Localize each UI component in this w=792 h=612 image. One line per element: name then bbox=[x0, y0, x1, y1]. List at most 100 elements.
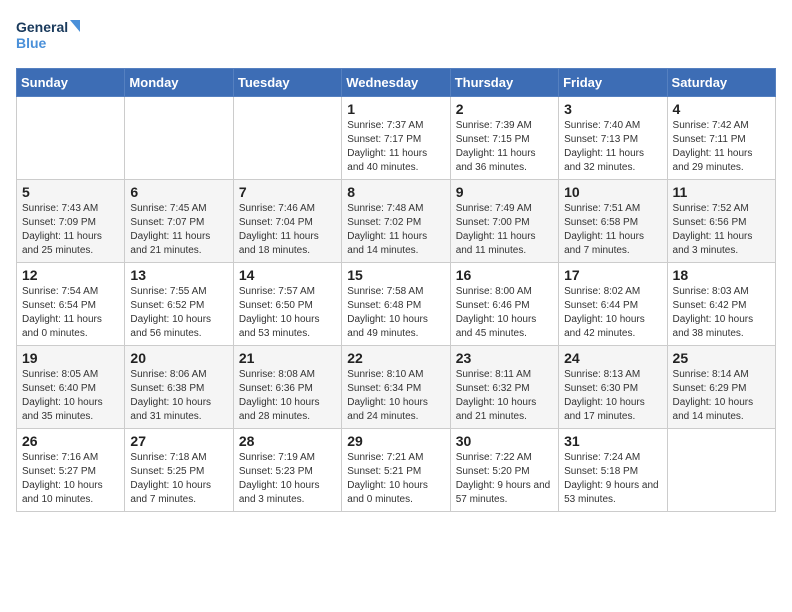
day-number: 3 bbox=[564, 101, 661, 117]
calendar-cell: 25 Sunrise: 8:14 AM Sunset: 6:29 PM Dayli… bbox=[667, 346, 775, 429]
week-row-5: 26Sunrise: 7:16 AM Sunset: 5:27 PM Dayli… bbox=[17, 429, 776, 512]
day-number: 23 bbox=[456, 350, 553, 366]
day-number: 13 bbox=[130, 267, 227, 283]
calendar-cell: 12 Sunrise: 7:54 AM Sunset: 6:54 PM Dayli… bbox=[17, 263, 125, 346]
day-number: 29 bbox=[347, 433, 444, 449]
calendar-cell bbox=[233, 97, 341, 180]
day-number: 18 bbox=[673, 267, 770, 283]
day-number: 16 bbox=[456, 267, 553, 283]
day-info: Sunrise: 8:06 AM Sunset: 6:38 PM Dayligh… bbox=[130, 368, 227, 424]
day-info: Sunrise: 7:19 AM Sunset: 5:23 PM Dayligh… bbox=[239, 451, 336, 507]
calendar-cell: 2 Sunrise: 7:39 AM Sunset: 7:15 PM Daylig… bbox=[450, 97, 558, 180]
calendar-cell: 19 Sunrise: 8:05 AM Sunset: 6:40 PM Dayli… bbox=[17, 346, 125, 429]
day-info: Sunrise: 8:00 AM Sunset: 6:46 PM Dayligh… bbox=[456, 285, 553, 341]
day-info: Sunrise: 7:22 AM Sunset: 5:20 PM Dayligh… bbox=[456, 451, 553, 507]
day-number: 17 bbox=[564, 267, 661, 283]
day-info: Sunrise: 7:54 AM Sunset: 6:54 PM Dayligh… bbox=[22, 285, 119, 341]
day-info: Sunrise: 7:21 AM Sunset: 5:21 PM Dayligh… bbox=[347, 451, 444, 507]
day-number: 26 bbox=[22, 433, 119, 449]
weekday-header-row: SundayMondayTuesdayWednesdayThursdayFrid… bbox=[17, 69, 776, 97]
calendar-cell: 21 Sunrise: 8:08 AM Sunset: 6:36 PM Dayli… bbox=[233, 346, 341, 429]
calendar-cell: 27 Sunrise: 7:18 AM Sunset: 5:25 PM Dayli… bbox=[125, 429, 233, 512]
calendar-cell: 9Sunrise: 7:49 AM Sunset: 7:00 PM Daylig… bbox=[450, 180, 558, 263]
day-info: Sunrise: 7:51 AM Sunset: 6:58 PM Dayligh… bbox=[564, 202, 661, 258]
day-info: Sunrise: 7:43 AM Sunset: 7:09 PM Dayligh… bbox=[22, 202, 119, 258]
day-number: 24 bbox=[564, 350, 661, 366]
calendar-cell: 18 Sunrise: 8:03 AM Sunset: 6:42 PM Dayli… bbox=[667, 263, 775, 346]
calendar-cell: 13Sunrise: 7:55 AM Sunset: 6:52 PM Dayli… bbox=[125, 263, 233, 346]
day-info: Sunrise: 7:46 AM Sunset: 7:04 PM Dayligh… bbox=[239, 202, 336, 258]
day-info: Sunrise: 8:05 AM Sunset: 6:40 PM Dayligh… bbox=[22, 368, 119, 424]
calendar-cell: 29 Sunrise: 7:21 AM Sunset: 5:21 PM Dayli… bbox=[342, 429, 450, 512]
day-number: 25 bbox=[673, 350, 770, 366]
day-info: Sunrise: 8:13 AM Sunset: 6:30 PM Dayligh… bbox=[564, 368, 661, 424]
day-number: 22 bbox=[347, 350, 444, 366]
day-info: Sunrise: 7:18 AM Sunset: 5:25 PM Dayligh… bbox=[130, 451, 227, 507]
weekday-header-saturday: Saturday bbox=[667, 69, 775, 97]
calendar-cell: 17 Sunrise: 8:02 AM Sunset: 6:44 PM Dayli… bbox=[559, 263, 667, 346]
calendar-cell: 16 Sunrise: 8:00 AM Sunset: 6:46 PM Dayli… bbox=[450, 263, 558, 346]
logo-svg: General Blue bbox=[16, 16, 86, 58]
calendar-cell: 23 Sunrise: 8:11 AM Sunset: 6:32 PM Dayli… bbox=[450, 346, 558, 429]
week-row-4: 19 Sunrise: 8:05 AM Sunset: 6:40 PM Dayli… bbox=[17, 346, 776, 429]
calendar-cell bbox=[125, 97, 233, 180]
day-info: Sunrise: 8:10 AM Sunset: 6:34 PM Dayligh… bbox=[347, 368, 444, 424]
calendar-cell: 11 Sunrise: 7:52 AM Sunset: 6:56 PM Dayli… bbox=[667, 180, 775, 263]
weekday-header-sunday: Sunday bbox=[17, 69, 125, 97]
svg-text:Blue: Blue bbox=[16, 35, 47, 51]
day-info: Sunrise: 7:52 AM Sunset: 6:56 PM Dayligh… bbox=[673, 202, 770, 258]
calendar-cell: 28 Sunrise: 7:19 AM Sunset: 5:23 PM Dayli… bbox=[233, 429, 341, 512]
week-row-3: 12 Sunrise: 7:54 AM Sunset: 6:54 PM Dayli… bbox=[17, 263, 776, 346]
calendar-cell: 30 Sunrise: 7:22 AM Sunset: 5:20 PM Dayli… bbox=[450, 429, 558, 512]
calendar-cell: 7Sunrise: 7:46 AM Sunset: 7:04 PM Daylig… bbox=[233, 180, 341, 263]
day-info: Sunrise: 8:14 AM Sunset: 6:29 PM Dayligh… bbox=[673, 368, 770, 424]
day-number: 15 bbox=[347, 267, 444, 283]
day-number: 4 bbox=[673, 101, 770, 117]
calendar-cell: 26Sunrise: 7:16 AM Sunset: 5:27 PM Dayli… bbox=[17, 429, 125, 512]
day-number: 12 bbox=[22, 267, 119, 283]
calendar-cell: 24 Sunrise: 8:13 AM Sunset: 6:30 PM Dayli… bbox=[559, 346, 667, 429]
logo: General Blue bbox=[16, 16, 86, 58]
day-number: 14 bbox=[239, 267, 336, 283]
day-number: 2 bbox=[456, 101, 553, 117]
day-info: Sunrise: 7:42 AM Sunset: 7:11 PM Dayligh… bbox=[673, 119, 770, 175]
calendar-cell: 1 Sunrise: 7:37 AM Sunset: 7:17 PM Daylig… bbox=[342, 97, 450, 180]
day-number: 10 bbox=[564, 184, 661, 200]
calendar-cell: 4 Sunrise: 7:42 AM Sunset: 7:11 PM Daylig… bbox=[667, 97, 775, 180]
day-number: 31 bbox=[564, 433, 661, 449]
calendar-cell: 5 Sunrise: 7:43 AM Sunset: 7:09 PM Daylig… bbox=[17, 180, 125, 263]
day-info: Sunrise: 8:02 AM Sunset: 6:44 PM Dayligh… bbox=[564, 285, 661, 341]
day-info: Sunrise: 7:40 AM Sunset: 7:13 PM Dayligh… bbox=[564, 119, 661, 175]
day-number: 11 bbox=[673, 184, 770, 200]
calendar-cell bbox=[667, 429, 775, 512]
calendar-cell: 22 Sunrise: 8:10 AM Sunset: 6:34 PM Dayli… bbox=[342, 346, 450, 429]
day-number: 6 bbox=[130, 184, 227, 200]
calendar-cell: 6 Sunrise: 7:45 AM Sunset: 7:07 PM Daylig… bbox=[125, 180, 233, 263]
day-info: Sunrise: 8:11 AM Sunset: 6:32 PM Dayligh… bbox=[456, 368, 553, 424]
calendar-cell: 8Sunrise: 7:48 AM Sunset: 7:02 PM Daylig… bbox=[342, 180, 450, 263]
day-number: 27 bbox=[130, 433, 227, 449]
day-info: Sunrise: 7:39 AM Sunset: 7:15 PM Dayligh… bbox=[456, 119, 553, 175]
day-info: Sunrise: 7:57 AM Sunset: 6:50 PM Dayligh… bbox=[239, 285, 336, 341]
day-number: 5 bbox=[22, 184, 119, 200]
day-number: 19 bbox=[22, 350, 119, 366]
day-info: Sunrise: 7:45 AM Sunset: 7:07 PM Dayligh… bbox=[130, 202, 227, 258]
day-info: Sunrise: 8:08 AM Sunset: 6:36 PM Dayligh… bbox=[239, 368, 336, 424]
day-number: 1 bbox=[347, 101, 444, 117]
day-info: Sunrise: 7:49 AM Sunset: 7:00 PM Dayligh… bbox=[456, 202, 553, 258]
calendar-cell: 10 Sunrise: 7:51 AM Sunset: 6:58 PM Dayli… bbox=[559, 180, 667, 263]
week-row-2: 5 Sunrise: 7:43 AM Sunset: 7:09 PM Daylig… bbox=[17, 180, 776, 263]
day-info: Sunrise: 7:58 AM Sunset: 6:48 PM Dayligh… bbox=[347, 285, 444, 341]
day-info: Sunrise: 7:37 AM Sunset: 7:17 PM Dayligh… bbox=[347, 119, 444, 175]
calendar-cell: 20 Sunrise: 8:06 AM Sunset: 6:38 PM Dayli… bbox=[125, 346, 233, 429]
day-number: 28 bbox=[239, 433, 336, 449]
day-info: Sunrise: 8:03 AM Sunset: 6:42 PM Dayligh… bbox=[673, 285, 770, 341]
day-number: 21 bbox=[239, 350, 336, 366]
calendar-cell bbox=[17, 97, 125, 180]
weekday-header-monday: Monday bbox=[125, 69, 233, 97]
page-header: General Blue bbox=[16, 16, 776, 58]
day-number: 8 bbox=[347, 184, 444, 200]
day-number: 20 bbox=[130, 350, 227, 366]
day-number: 30 bbox=[456, 433, 553, 449]
calendar-cell: 14 Sunrise: 7:57 AM Sunset: 6:50 PM Dayli… bbox=[233, 263, 341, 346]
